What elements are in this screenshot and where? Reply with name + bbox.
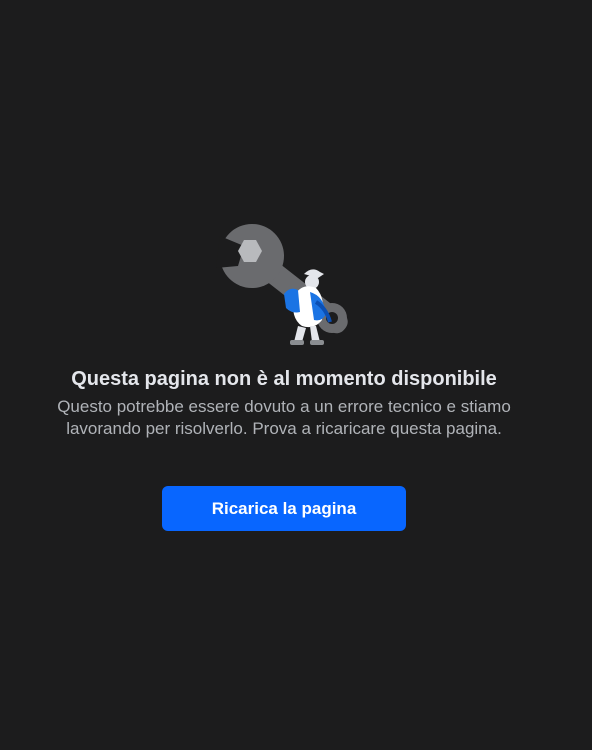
wrench-with-worker-icon (214, 222, 364, 352)
error-page: Questa pagina non è al momento disponibi… (0, 0, 592, 750)
reload-page-button[interactable]: Ricarica la pagina (162, 486, 406, 531)
error-title: Questa pagina non è al momento disponibi… (71, 368, 497, 390)
error-message: Questo potrebbe essere dovuto a un error… (57, 397, 511, 438)
